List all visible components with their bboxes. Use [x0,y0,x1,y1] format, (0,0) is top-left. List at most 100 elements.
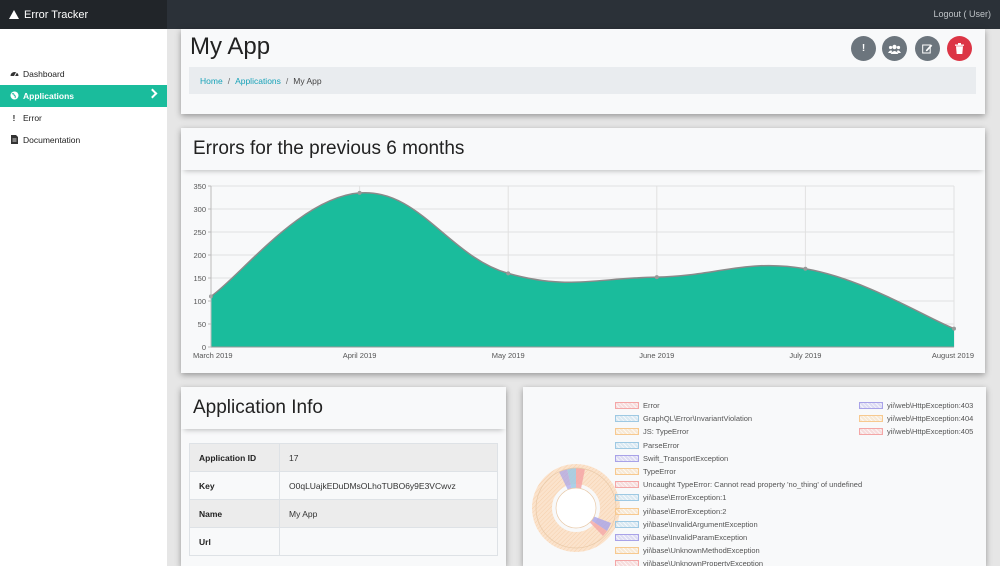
exclamation-icon: ! [12,113,16,123]
globe-icon [9,91,19,102]
legend-label: yii\base\UnknownMethodException [643,546,760,556]
legend-swatch [615,415,639,423]
legend-label: Uncaught TypeError: Cannot read property… [643,480,863,490]
sidebar-item-dashboard[interactable]: Dashboard [0,63,167,85]
logout-link[interactable]: Logout ( User) [933,9,991,19]
info-table: Application ID 17 Key O0qLUajkEDuDMsOLho… [189,443,498,556]
legend-swatch [615,560,639,566]
legend-swatch [615,481,639,489]
info-key: Name [189,499,280,528]
page-header-card: My App ! Home / Applications / My App [181,29,985,114]
y-tick-label: 100 [193,297,206,306]
app-title: Error Tracker [24,8,89,21]
breadcrumb-current: My App [293,75,322,86]
legend-item[interactable]: Swift_TransportException [615,454,728,463]
data-point [654,275,659,280]
legend-label: yii\base\InvalidParamException [643,533,748,542]
sidebar-item-documentation[interactable]: Documentation [0,129,167,151]
data-point [803,266,808,271]
table-row: Application ID 17 [189,443,498,472]
legend-label: yii\base\ErrorException:2 [643,506,727,516]
legend-swatch [615,428,639,436]
users-icon [888,44,901,54]
legend-label: JS: TypeError [643,427,689,437]
warning-icon [9,10,19,19]
legend-label: GraphQL\Error\InvariantViolation [643,414,753,424]
legend-item[interactable]: yii\base\InvalidParamException [615,533,747,542]
legend-swatch [615,547,639,555]
edit-button[interactable] [915,36,940,61]
users-button[interactable] [882,36,907,61]
legend-item[interactable]: yii\base\UnknownMethodException [615,546,760,555]
application-info-card: Application Info Application ID 17 Key O… [181,387,506,566]
info-key: Application ID [189,443,280,472]
legend-label: TypeError [643,467,676,476]
document-icon [9,134,19,146]
legend-item[interactable]: GraphQL\Error\InvariantViolation [615,414,752,423]
legend-swatch [615,468,639,475]
legend-item[interactable]: Error [615,401,660,410]
legend-item[interactable]: yii\base\ErrorException:1 [615,493,726,502]
legend-item[interactable]: TypeError [615,467,676,476]
sidebar-item-label: Error [23,113,42,123]
y-tick-label: 200 [193,251,206,260]
chevron-right-icon [147,88,158,99]
legend-swatch [859,415,883,423]
sidebar-item-label: Documentation [23,135,81,145]
breadcrumb-separator: / [285,75,289,86]
error-types-chart-card: Error GraphQL\Error\InvariantViolation JS:… [523,387,986,566]
legend-label: ParseError [643,440,680,450]
sidebar-item-applications[interactable]: Applications [0,85,167,107]
errors-area-chart: 050100150200250300350March 2019 April 201… [193,182,974,360]
info-value: O0qLUajkEDuDMsOLhoTUBO6y9E3VCwvz [279,471,498,500]
legend-label: yii\web\HttpException:405 [887,427,974,437]
legend-item[interactable]: yii\web\HttpException:404 [859,414,973,423]
area-fill [211,192,954,347]
table-row: Key O0qLUajkEDuDMsOLhoTUBO6y9E3VCwvz [189,471,498,500]
info-value [279,527,498,556]
data-point [952,326,956,331]
y-tick-label: 300 [193,205,206,214]
data-point [357,190,362,195]
legend-label: Swift_TransportException [643,453,729,463]
legend-swatch [615,534,639,541]
x-tick-label: April 2019 [343,351,377,360]
legend-item[interactable]: yii\base\UnknownPropertyException [615,559,763,566]
info-title: Application Info [181,387,506,429]
legend-item[interactable]: ParseError [615,441,679,450]
table-row: Name My App [189,499,498,528]
x-tick-label: June 2019 [639,351,674,360]
top-navbar: Error Tracker Logout ( User) [0,0,1000,29]
legend-label: yii\web\HttpException:403 [887,401,974,410]
sidebar-item-label: Applications [23,91,75,101]
trash-icon [955,43,964,54]
edit-icon [922,44,933,54]
y-tick-label: 150 [193,274,206,283]
legend-item[interactable]: yii\web\HttpException:403 [859,401,973,410]
legend-swatch [615,507,639,515]
legend-item[interactable]: JS: TypeError [615,427,689,436]
breadcrumb-home[interactable]: Home [200,76,223,86]
legend-item[interactable]: yii\web\HttpException:405 [859,427,973,436]
y-tick-label: 350 [193,182,206,191]
info-value: 17 [279,443,498,472]
data-point [506,271,511,276]
breadcrumb-separator: / [227,75,231,86]
brand[interactable]: Error Tracker [0,0,167,29]
legend-item[interactable]: Uncaught TypeError: Cannot read property… [615,480,862,489]
legend-label: yii\base\UnknownPropertyException [643,559,764,566]
y-tick-label: 50 [198,320,206,329]
legend-swatch [615,441,639,449]
breadcrumb-applications[interactable]: Applications [235,76,281,86]
legend-item[interactable]: yii\base\InvalidArgumentException [615,520,758,529]
x-tick-label: March 2019 [193,351,233,360]
legend-label: yii\base\InvalidArgumentException [643,519,758,529]
legend-item[interactable]: yii\base\ErrorException:2 [615,507,726,516]
legend-swatch [615,520,639,528]
y-tick-label: 250 [193,228,206,237]
errors-button[interactable]: ! [851,36,876,61]
sidebar-item-error[interactable]: ! Error [0,107,167,129]
legend-swatch [859,402,883,409]
delete-button[interactable] [947,36,972,61]
legend-label: Error [643,401,660,410]
